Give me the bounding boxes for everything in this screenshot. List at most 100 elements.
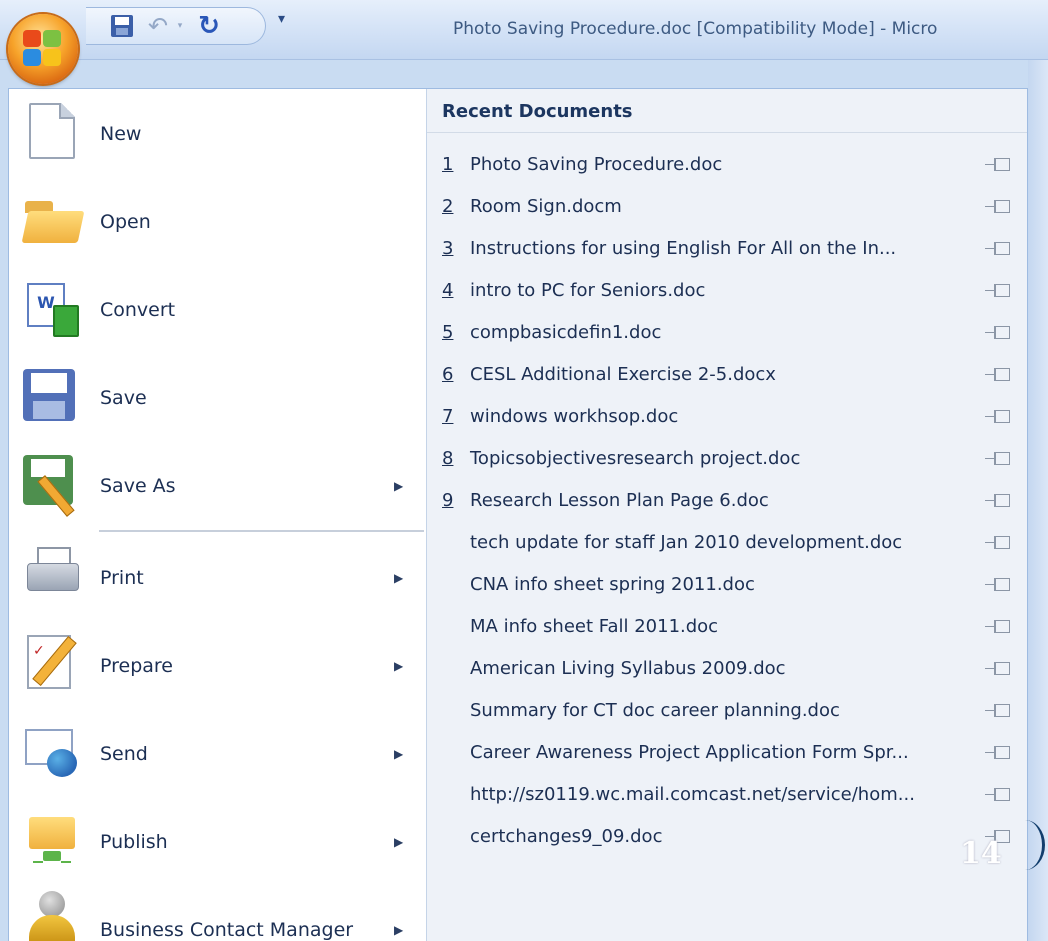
- menu-item-label: Convert: [100, 299, 176, 321]
- pin-icon[interactable]: [985, 661, 1013, 677]
- menu-item-label: Send: [100, 743, 148, 765]
- pin-icon[interactable]: [985, 157, 1013, 173]
- menu-separator: [99, 530, 424, 532]
- document-number: 5: [442, 322, 454, 343]
- pin-icon[interactable]: [985, 367, 1013, 383]
- pin-icon[interactable]: [985, 493, 1013, 509]
- slide-number: 14: [960, 836, 1002, 871]
- menu-item-save[interactable]: Save: [9, 353, 427, 441]
- document-name: http://sz0119.wc.mail.comcast.net/servic…: [470, 784, 915, 805]
- menu-item-business-contact-manager[interactable]: Business Contact Manager ▶: [9, 885, 427, 941]
- document-name: certchanges9_09.doc: [470, 826, 663, 847]
- recent-document-item[interactable]: Career Awareness Project Application For…: [427, 733, 1027, 775]
- undo-dropdown-icon[interactable]: ▾: [174, 12, 186, 40]
- document-name: American Living Syllabus 2009.doc: [470, 658, 786, 679]
- menu-commands: New Open Convert Save Save As ▶ Print ▶ …: [9, 89, 427, 941]
- recent-document-item[interactable]: 1 Photo Saving Procedure.doc: [427, 145, 1027, 187]
- document-number: 6: [442, 364, 454, 385]
- new-document-icon: [29, 103, 75, 159]
- save-as-icon: [23, 455, 73, 505]
- menu-item-label: Open: [100, 211, 151, 233]
- printer-icon: [23, 545, 81, 603]
- recent-document-item[interactable]: tech update for staff Jan 2010 developme…: [427, 523, 1027, 565]
- pin-icon[interactable]: [985, 283, 1013, 299]
- customize-toolbar-icon[interactable]: ▾: [278, 11, 285, 27]
- menu-item-publish[interactable]: Publish ▶: [9, 797, 427, 885]
- recent-document-item[interactable]: Summary for CT doc career planning.doc: [427, 691, 1027, 733]
- recent-documents-panel: Recent Documents 1 Photo Saving Procedure…: [427, 89, 1027, 941]
- recent-document-item[interactable]: 6 CESL Additional Exercise 2-5.docx: [427, 355, 1027, 397]
- title-bar: ↶ ▾ ↻ ▾ Photo Saving Procedure.doc [Comp…: [0, 0, 1048, 60]
- document-name: Instructions for using English For All o…: [470, 238, 897, 259]
- document-number: 4: [442, 280, 454, 301]
- recent-document-item[interactable]: certchanges9_09.doc: [427, 817, 1027, 859]
- document-name: intro to PC for Seniors.doc: [470, 280, 706, 301]
- recent-documents-header: Recent Documents: [427, 89, 1027, 133]
- document-name: CESL Additional Exercise 2-5.docx: [470, 364, 776, 385]
- document-name: Summary for CT doc career planning.doc: [470, 700, 840, 721]
- decorative-arc: [1005, 820, 1045, 870]
- pin-icon[interactable]: [985, 703, 1013, 719]
- recent-document-item[interactable]: 9 Research Lesson Plan Page 6.doc: [427, 481, 1027, 523]
- menu-item-label: Save: [100, 387, 147, 409]
- recent-document-item[interactable]: 8 Topicsobjectivesresearch project.doc: [427, 439, 1027, 481]
- menu-item-convert[interactable]: Convert: [9, 265, 427, 353]
- contact-person-icon: [23, 891, 81, 941]
- menu-item-label: Save As: [100, 475, 176, 497]
- recent-document-item[interactable]: 2 Room Sign.docm: [427, 187, 1027, 229]
- submenu-arrow-icon: ▶: [394, 479, 404, 493]
- window-title: Photo Saving Procedure.doc [Compatibilit…: [453, 19, 938, 39]
- document-number: 2: [442, 196, 454, 217]
- menu-item-print[interactable]: Print ▶: [9, 533, 427, 621]
- document-number: 8: [442, 448, 454, 469]
- recent-document-item[interactable]: 5 compbasicdefin1.doc: [427, 313, 1027, 355]
- submenu-arrow-icon: ▶: [394, 923, 404, 937]
- menu-item-label: New: [100, 123, 142, 145]
- office-menu: New Open Convert Save Save As ▶ Print ▶ …: [8, 88, 1028, 941]
- pin-icon[interactable]: [985, 535, 1013, 551]
- pin-icon[interactable]: [985, 199, 1013, 215]
- menu-item-send[interactable]: Send ▶: [9, 709, 427, 797]
- redo-icon[interactable]: ↻: [194, 11, 224, 41]
- document-name: Career Awareness Project Application For…: [470, 742, 909, 763]
- office-button[interactable]: [8, 14, 78, 84]
- window-edge: [1028, 60, 1048, 941]
- document-name: CNA info sheet spring 2011.doc: [470, 574, 755, 595]
- menu-item-save-as[interactable]: Save As ▶: [9, 441, 427, 529]
- office-logo-icon: [23, 30, 63, 68]
- pin-icon[interactable]: [985, 745, 1013, 761]
- prepare-document-icon: [27, 635, 71, 689]
- convert-icon: [23, 279, 81, 337]
- pin-icon[interactable]: [985, 787, 1013, 803]
- document-number: 9: [442, 490, 454, 511]
- recent-document-item[interactable]: 3 Instructions for using English For All …: [427, 229, 1027, 271]
- recent-document-item[interactable]: CNA info sheet spring 2011.doc: [427, 565, 1027, 607]
- document-name: windows workhsop.doc: [470, 406, 679, 427]
- recent-document-item[interactable]: 4 intro to PC for Seniors.doc: [427, 271, 1027, 313]
- document-number: 7: [442, 406, 454, 427]
- menu-item-prepare[interactable]: Prepare ▶: [9, 621, 427, 709]
- pin-icon[interactable]: [985, 451, 1013, 467]
- quick-access-toolbar: ↶ ▾ ↻: [86, 7, 266, 45]
- recent-document-item[interactable]: MA info sheet Fall 2011.doc: [427, 607, 1027, 649]
- recent-document-item[interactable]: 7 windows workhsop.doc: [427, 397, 1027, 439]
- recent-document-item[interactable]: American Living Syllabus 2009.doc: [427, 649, 1027, 691]
- pin-icon[interactable]: [985, 325, 1013, 341]
- undo-icon[interactable]: ↶: [144, 12, 172, 40]
- pin-icon[interactable]: [985, 619, 1013, 635]
- document-name: Photo Saving Procedure.doc: [470, 154, 723, 175]
- pin-icon[interactable]: [985, 241, 1013, 257]
- menu-item-new[interactable]: New: [9, 89, 427, 177]
- document-number: 3: [442, 238, 454, 259]
- send-email-icon: [23, 723, 81, 781]
- save-disk-icon: [23, 369, 75, 421]
- document-number: 1: [442, 154, 454, 175]
- recent-document-item[interactable]: http://sz0119.wc.mail.comcast.net/servic…: [427, 775, 1027, 817]
- pin-icon[interactable]: [985, 577, 1013, 593]
- save-icon[interactable]: [108, 12, 136, 40]
- menu-item-open[interactable]: Open: [9, 177, 427, 265]
- menu-item-label: Business Contact Manager: [100, 919, 354, 941]
- pin-icon[interactable]: [985, 409, 1013, 425]
- menu-item-label: Prepare: [100, 655, 173, 677]
- document-name: Topicsobjectivesresearch project.doc: [470, 448, 801, 469]
